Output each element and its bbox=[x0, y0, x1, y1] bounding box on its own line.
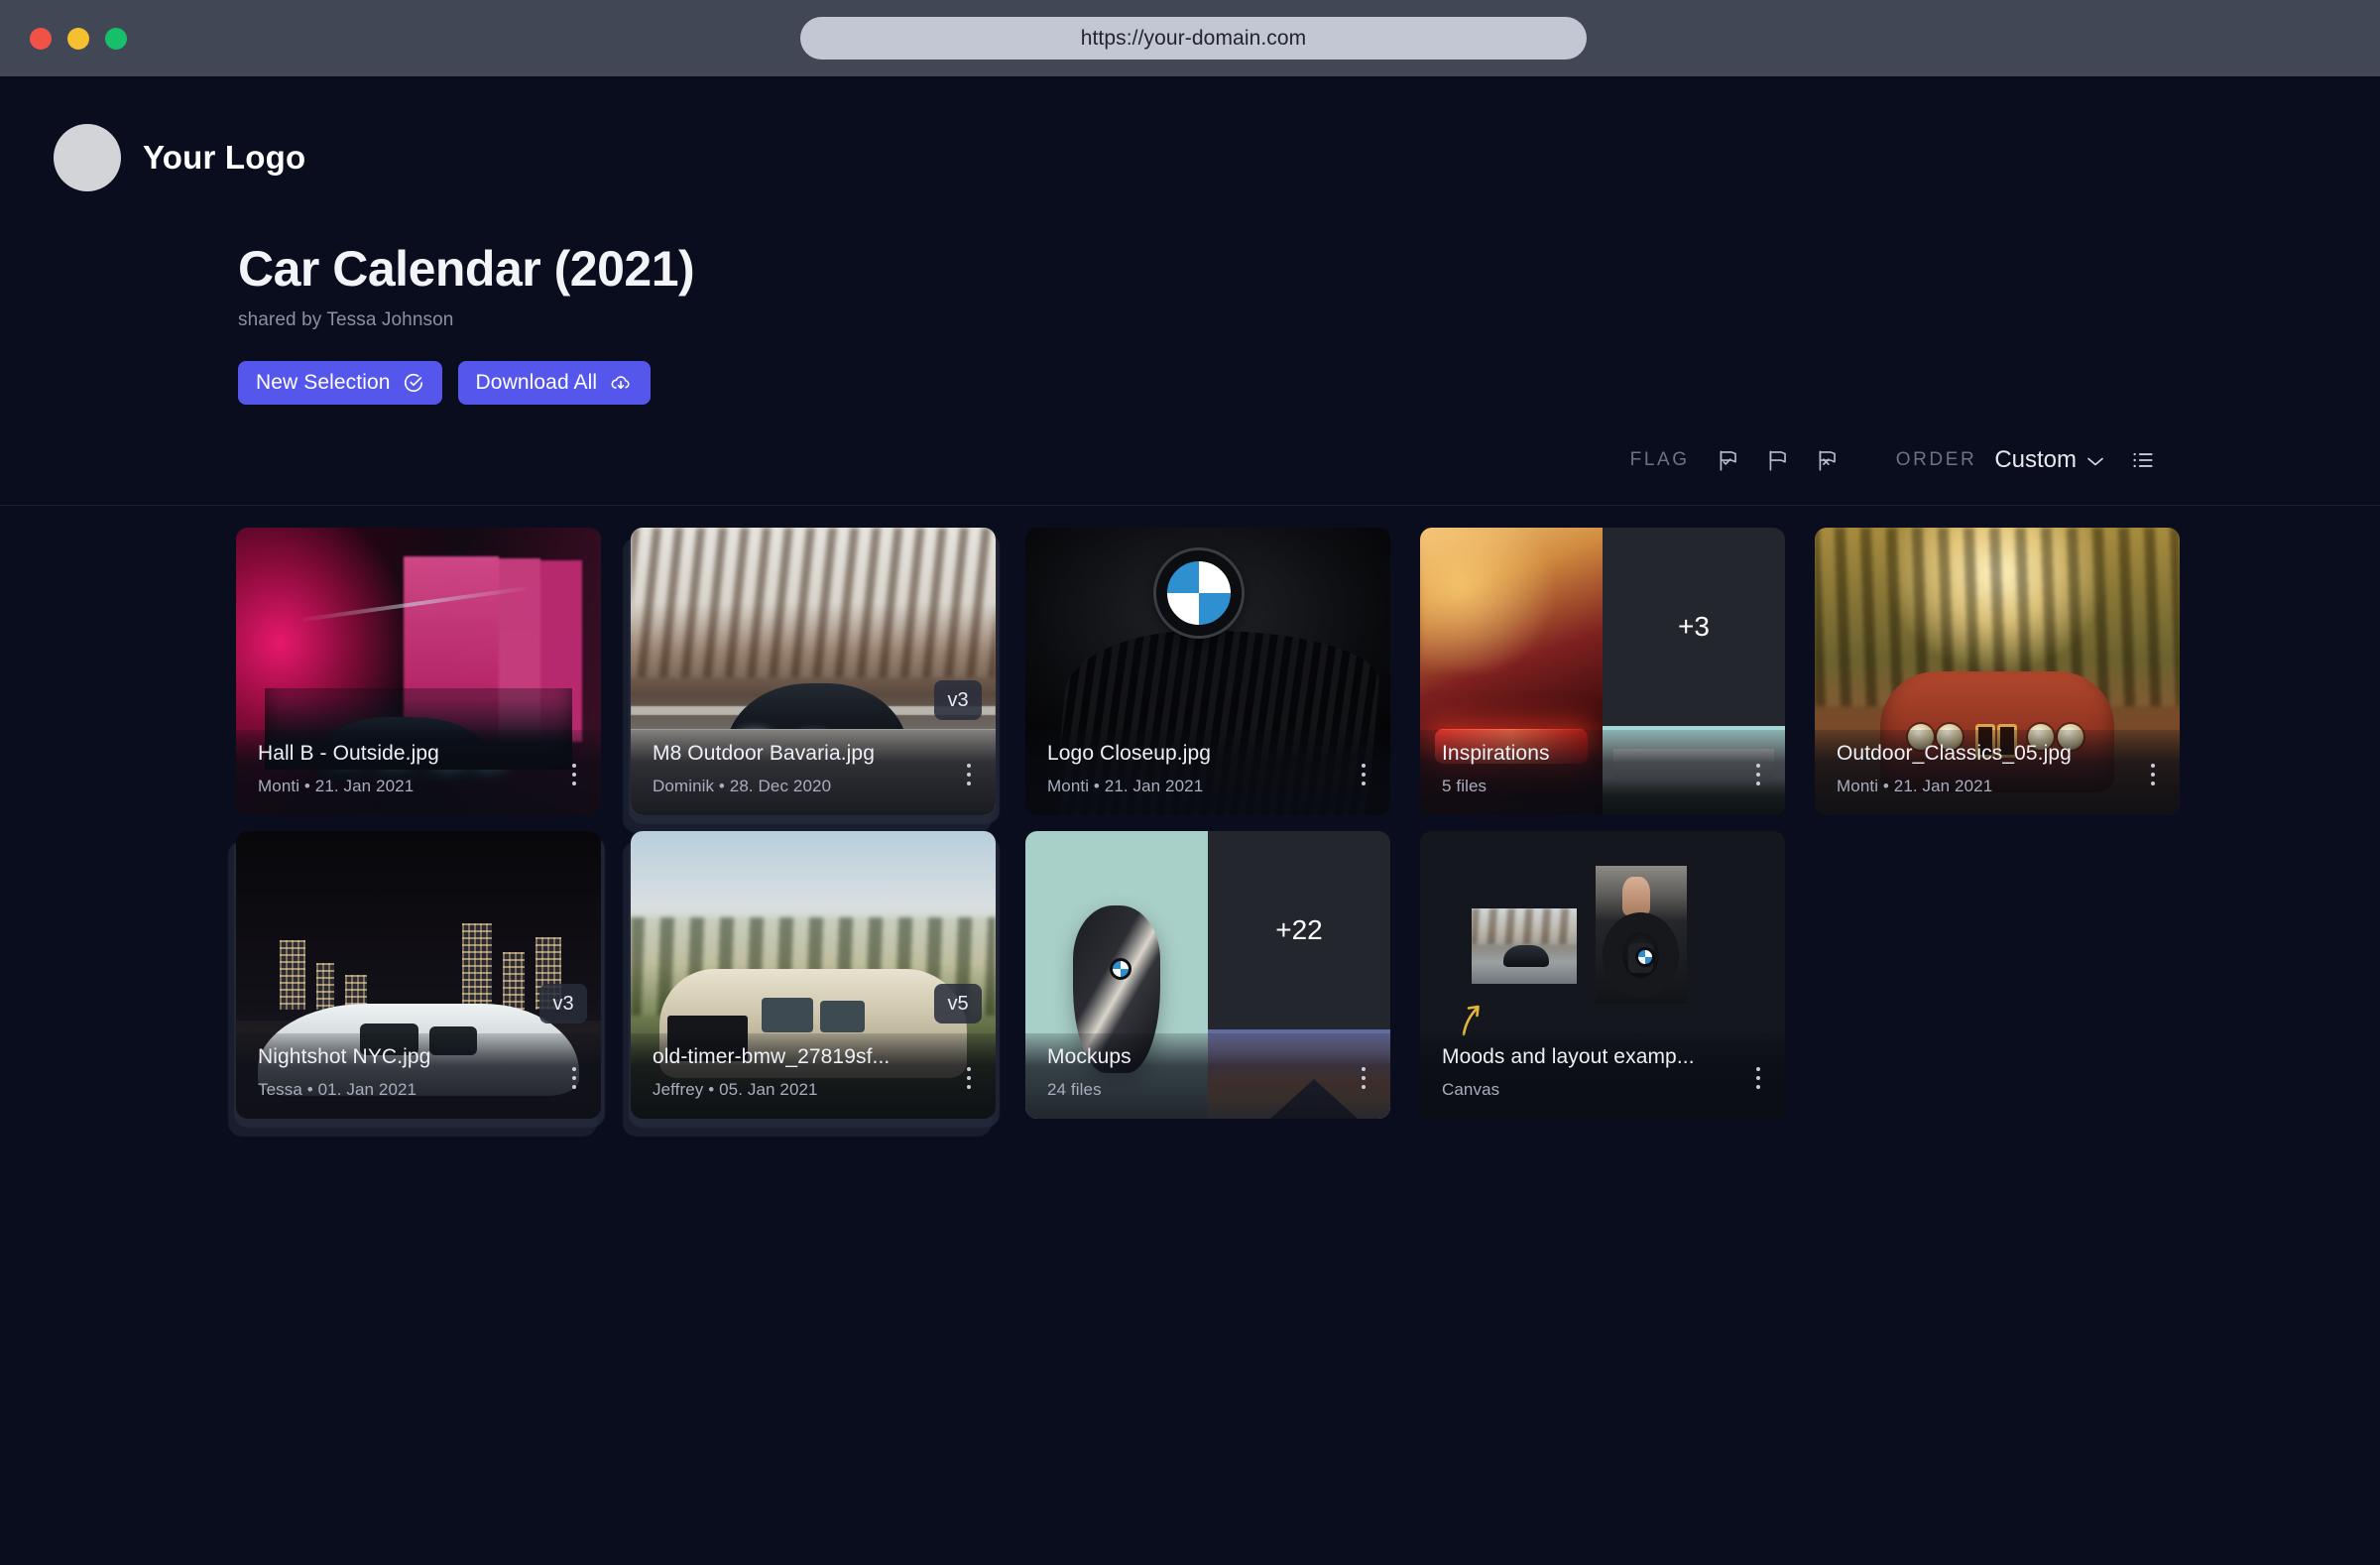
card-subtitle: Dominik • 28. Dec 2020 bbox=[653, 777, 832, 795]
new-selection-button[interactable]: New Selection bbox=[238, 360, 442, 405]
card-subtitle: Jeffrey • 05. Jan 2021 bbox=[653, 1080, 818, 1099]
grid-item-folder[interactable]: +22 Mockups 24 files bbox=[1025, 831, 1390, 1119]
grid-item-canvas[interactable]: Moods and layout examp... Canvas bbox=[1420, 831, 1785, 1119]
logo-text: Your Logo bbox=[143, 139, 306, 176]
card-title: Mockups bbox=[1047, 1045, 1131, 1068]
brand-header: Your Logo bbox=[0, 76, 2380, 191]
card-title: Moods and layout examp... bbox=[1442, 1045, 1695, 1068]
maximize-window-button[interactable] bbox=[105, 27, 127, 50]
card-subtitle: Monti • 21. Jan 2021 bbox=[1047, 777, 1204, 795]
grid-item[interactable]: Hall B - Outside.jpg Monti • 21. Jan 202… bbox=[236, 528, 601, 815]
url-text: https://your-domain.com bbox=[1080, 26, 1307, 50]
header-divider bbox=[0, 505, 2380, 506]
more-count-badge: +3 bbox=[1603, 528, 1785, 727]
order-value-label: Custom bbox=[1994, 446, 2077, 473]
flag-check-icon[interactable] bbox=[1712, 443, 1745, 477]
version-badge: v3 bbox=[539, 984, 587, 1023]
grid-item[interactable]: Logo Closeup.jpg Monti • 21. Jan 2021 bbox=[1025, 528, 1390, 815]
more-count-badge: +22 bbox=[1208, 831, 1390, 1030]
card-title: M8 Outdoor Bavaria.jpg bbox=[653, 742, 875, 765]
flag-plain-icon[interactable] bbox=[1761, 443, 1795, 477]
card-meta: old-timer-bmw_27819sf... Jeffrey • 05. J… bbox=[631, 1033, 996, 1119]
card-options-button[interactable] bbox=[1353, 1063, 1374, 1093]
download-all-button[interactable]: Download All bbox=[457, 360, 652, 405]
card-subtitle: Monti • 21. Jan 2021 bbox=[1837, 777, 1993, 795]
flag-x-icon[interactable] bbox=[1811, 443, 1844, 477]
view-toolbar: FLAG ORDER Custom bbox=[1630, 443, 2160, 477]
card-options-button[interactable] bbox=[958, 1063, 980, 1093]
card-title: old-timer-bmw_27819sf... bbox=[653, 1045, 891, 1068]
download-all-label: Download All bbox=[475, 370, 598, 394]
shared-by-label: shared by Tessa Johnson bbox=[238, 308, 454, 330]
logo-icon bbox=[54, 124, 121, 191]
card-title: Nightshot NYC.jpg bbox=[258, 1045, 431, 1068]
flag-filter-group bbox=[1712, 443, 1844, 477]
address-bar[interactable]: https://your-domain.com bbox=[800, 17, 1587, 60]
order-label: ORDER bbox=[1895, 449, 1977, 470]
card-options-button[interactable] bbox=[958, 760, 980, 789]
minimize-window-button[interactable] bbox=[67, 27, 89, 50]
card-options-button[interactable] bbox=[1747, 1063, 1769, 1093]
card-subtitle: 24 files bbox=[1047, 1080, 1102, 1099]
card-subtitle: Tessa • 01. Jan 2021 bbox=[258, 1080, 417, 1099]
cloud-download-icon bbox=[609, 372, 633, 394]
card-meta: Nightshot NYC.jpg Tessa • 01. Jan 2021 bbox=[236, 1033, 601, 1119]
chevron-down-icon bbox=[2086, 446, 2104, 474]
card-options-button[interactable] bbox=[1747, 760, 1769, 789]
canvas-photo bbox=[1595, 865, 1687, 1004]
check-circle-icon bbox=[403, 372, 424, 394]
card-subtitle: Monti • 21. Jan 2021 bbox=[258, 777, 415, 795]
page-body: Your Logo Car Calendar (2021) shared by … bbox=[0, 76, 2380, 1565]
flag-label: FLAG bbox=[1629, 449, 1690, 470]
grid-item[interactable]: v5 old-timer-bmw_27819sf... Jeffrey • 05… bbox=[623, 831, 1000, 1137]
card-title: Outdoor_Classics_05.jpg bbox=[1837, 742, 2072, 765]
asset-grid: Hall B - Outside.jpg Monti • 21. Jan 202… bbox=[228, 528, 2180, 1137]
card-meta: Moods and layout examp... Canvas bbox=[1420, 1033, 1785, 1119]
grid-item[interactable]: v3 Nightshot NYC.jpg Tessa • 01. Jan 202… bbox=[228, 831, 605, 1137]
card-subtitle: Canvas bbox=[1442, 1080, 1500, 1099]
order-select[interactable]: Custom bbox=[1994, 446, 2104, 474]
new-selection-label: New Selection bbox=[256, 370, 391, 394]
card-title: Logo Closeup.jpg bbox=[1047, 742, 1212, 765]
card-options-button[interactable] bbox=[563, 760, 585, 789]
card-meta: Outdoor_Classics_05.jpg Monti • 21. Jan … bbox=[1815, 730, 2180, 815]
list-view-icon[interactable] bbox=[2126, 443, 2160, 477]
card-meta: Inspirations 5 files bbox=[1420, 730, 1785, 815]
grid-item-folder[interactable]: +3 Inspirations 5 files bbox=[1420, 528, 1785, 815]
browser-chrome: https://your-domain.com bbox=[0, 0, 2380, 76]
card-title: Inspirations bbox=[1442, 742, 1550, 765]
canvas-photo bbox=[1471, 908, 1578, 984]
card-options-button[interactable] bbox=[563, 1063, 585, 1093]
bmw-roundel-icon bbox=[1156, 550, 1243, 637]
card-title: Hall B - Outside.jpg bbox=[258, 742, 439, 765]
grid-item[interactable]: v3 M8 Outdoor Bavaria.jpg Dominik • 28. … bbox=[623, 528, 1000, 833]
card-options-button[interactable] bbox=[2142, 760, 2164, 789]
version-badge: v5 bbox=[934, 984, 982, 1023]
version-badge: v3 bbox=[934, 680, 982, 720]
action-buttons: New Selection Download All bbox=[238, 360, 2380, 405]
card-meta: M8 Outdoor Bavaria.jpg Dominik • 28. Dec… bbox=[631, 730, 996, 815]
card-meta: Hall B - Outside.jpg Monti • 21. Jan 202… bbox=[236, 730, 601, 815]
card-subtitle: 5 files bbox=[1442, 777, 1488, 795]
window-controls bbox=[30, 27, 127, 50]
grid-item[interactable]: Outdoor_Classics_05.jpg Monti • 21. Jan … bbox=[1815, 528, 2180, 815]
page-title: Car Calendar (2021) bbox=[238, 241, 695, 297]
close-window-button[interactable] bbox=[30, 27, 52, 50]
project-header: Car Calendar (2021) shared by Tessa John… bbox=[0, 243, 2380, 405]
card-options-button[interactable] bbox=[1353, 760, 1374, 789]
card-meta: Logo Closeup.jpg Monti • 21. Jan 2021 bbox=[1025, 730, 1390, 815]
card-meta: Mockups 24 files bbox=[1025, 1033, 1390, 1119]
